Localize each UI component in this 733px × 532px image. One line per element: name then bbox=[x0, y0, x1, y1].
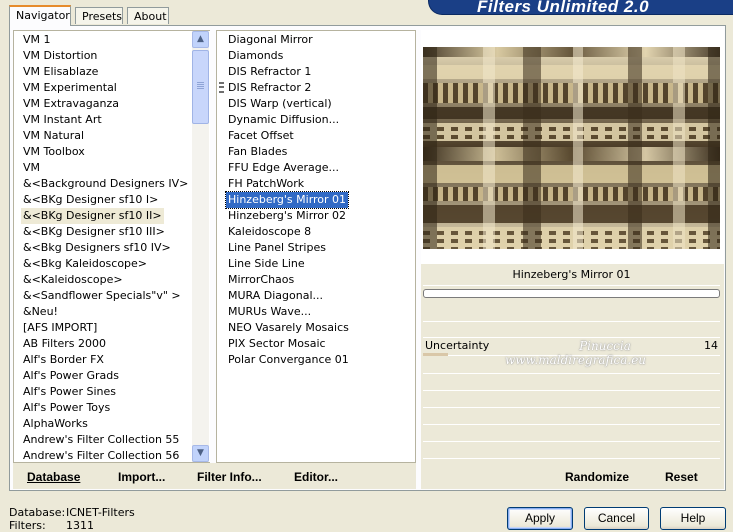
param-slider-fill[interactable] bbox=[423, 353, 448, 356]
progress-bar bbox=[423, 289, 720, 298]
category-list-item[interactable]: Alf's Power Toys bbox=[21, 400, 112, 416]
category-list-item[interactable]: &<BKg Designer sf10 II> bbox=[21, 208, 164, 224]
editor-button[interactable]: Editor... bbox=[294, 470, 338, 484]
category-list-item[interactable]: VM Extravaganza bbox=[21, 96, 121, 112]
help-button[interactable]: Help bbox=[660, 507, 726, 530]
category-list-item[interactable]: VM Natural bbox=[21, 128, 86, 144]
category-list-item[interactable]: &<Background Designers IV> bbox=[21, 176, 190, 192]
watermark-line2: www.maldiregrafica.eu bbox=[505, 353, 647, 367]
filter-list-item[interactable]: DIS Warp (vertical) bbox=[226, 96, 334, 112]
category-list-item[interactable]: &<Bkg Designers sf10 IV> bbox=[21, 240, 173, 256]
filter-list-item[interactable]: Kaleidoscope 8 bbox=[226, 224, 313, 240]
apply-button[interactable]: Apply bbox=[507, 507, 573, 530]
filter-list-item[interactable]: PIX Sector Mosaic bbox=[226, 336, 328, 352]
randomize-button[interactable]: Randomize bbox=[565, 470, 629, 484]
category-list-item[interactable]: VM Toolbox bbox=[21, 144, 87, 160]
filter-list-item[interactable]: Hinzeberg's Mirror 02 bbox=[226, 208, 348, 224]
param-row-empty bbox=[423, 442, 720, 459]
filter-list-item[interactable]: Polar Convergance 01 bbox=[226, 352, 351, 368]
database-button[interactable]: Database bbox=[27, 470, 80, 484]
preview-caption: Hinzeberg's Mirror 01 bbox=[423, 265, 720, 286]
status-filters-label: Filters: bbox=[9, 519, 46, 532]
category-list-item[interactable]: VM Distortion bbox=[21, 48, 99, 64]
filter-list[interactable]: Diagonal Mirror Diamonds DIS Refractor 1 DI… bbox=[216, 30, 416, 463]
category-list-item[interactable]: &<BKg Designer sf10 I> bbox=[21, 192, 160, 208]
filter-list-item[interactable]: Line Panel Stripes bbox=[226, 240, 328, 256]
param-row-empty bbox=[423, 321, 720, 338]
filter-list-item[interactable]: DIS Refractor 1 bbox=[226, 64, 313, 80]
param-value: 14 bbox=[704, 339, 718, 352]
category-list-item[interactable]: &Neu! bbox=[21, 304, 60, 320]
param-row-empty bbox=[423, 425, 720, 442]
category-list-item[interactable]: Andrew's Filter Collection 56 bbox=[21, 448, 181, 462]
param-row-empty bbox=[423, 374, 720, 391]
filter-list-item[interactable]: Fan Blades bbox=[226, 144, 289, 160]
filter-list-item[interactable]: FFU Edge Average... bbox=[226, 160, 341, 176]
reset-button[interactable]: Reset bbox=[665, 470, 698, 484]
tab-about[interactable]: About bbox=[127, 7, 169, 24]
filter-info-button[interactable]: Filter Info... bbox=[197, 470, 262, 484]
scroll-down-icon[interactable]: ▼ bbox=[192, 445, 209, 462]
category-list-item[interactable]: &<Bkg Kaleidoscope> bbox=[21, 256, 149, 272]
filter-list-item[interactable]: MURUs Wave... bbox=[226, 304, 313, 320]
scroll-thumb[interactable] bbox=[192, 50, 209, 124]
status-database-label: Database: bbox=[9, 506, 66, 519]
category-list-item[interactable]: Andrew's Filter Collection 55 bbox=[21, 432, 181, 448]
tab-presets[interactable]: Presets bbox=[75, 7, 123, 24]
status-filters-value: 1311 bbox=[66, 519, 94, 532]
filter-list-item[interactable]: DIS Refractor 2 bbox=[226, 80, 313, 96]
filter-list-item[interactable]: Diamonds bbox=[226, 48, 285, 64]
category-list-item[interactable]: AlphaWorks bbox=[21, 416, 90, 432]
filter-list-item[interactable]: Diagonal Mirror bbox=[226, 32, 315, 48]
resize-grip-icon[interactable] bbox=[219, 82, 224, 93]
category-list-item[interactable]: AB Filters 2000 bbox=[21, 336, 108, 352]
category-list-item[interactable]: VM bbox=[21, 160, 42, 176]
category-list-item[interactable]: VM Elisablaze bbox=[21, 64, 100, 80]
filter-list-item[interactable]: Facet Offset bbox=[226, 128, 296, 144]
category-list-item[interactable]: [AFS IMPORT] bbox=[21, 320, 99, 336]
category-list[interactable]: VM 1 VM Distortion VM Elisablaze VM Experim… bbox=[13, 30, 210, 463]
category-list-item[interactable]: VM Experimental bbox=[21, 80, 119, 96]
param-row-empty bbox=[423, 391, 720, 408]
app-title: Filters Unlimited 2.0 bbox=[477, 0, 650, 15]
watermark-line1: Pinuccia bbox=[579, 339, 631, 353]
tab-navigator[interactable]: Navigator bbox=[9, 5, 71, 26]
status-database-value: ICNET-Filters bbox=[66, 506, 135, 519]
filter-list-item[interactable]: NEO Vasarely Mosaics bbox=[226, 320, 351, 336]
filter-list-item[interactable]: Line Side Line bbox=[226, 256, 307, 272]
category-list-item[interactable]: &<BKg Designer sf10 III> bbox=[21, 224, 167, 240]
category-scrollbar[interactable]: ▲ ▼ bbox=[192, 31, 209, 462]
param-row-empty bbox=[423, 408, 720, 425]
filter-list-item[interactable]: Dynamic Diffusion... bbox=[226, 112, 341, 128]
category-list-item[interactable]: Alf's Border FX bbox=[21, 352, 106, 368]
watermark: Pinuccia www.maldiregrafica.eu bbox=[505, 339, 705, 367]
scroll-up-icon[interactable]: ▲ bbox=[192, 31, 209, 48]
category-list-item[interactable]: VM Instant Art bbox=[21, 112, 104, 128]
cancel-button[interactable]: Cancel bbox=[584, 507, 649, 530]
filter-list-item[interactable]: MURA Diagonal... bbox=[226, 288, 325, 304]
title-banner: Filters Unlimited 2.0 bbox=[428, 0, 733, 15]
category-list-item[interactable]: &<Sandflower Specials"v" > bbox=[21, 288, 183, 304]
preview-image bbox=[423, 47, 720, 249]
import-button[interactable]: Import... bbox=[118, 470, 165, 484]
category-list-item[interactable]: Alf's Power Sines bbox=[21, 384, 118, 400]
category-list-item[interactable]: VM 1 bbox=[21, 32, 53, 48]
filter-list-item[interactable]: MirrorChaos bbox=[226, 272, 296, 288]
param-name: Uncertainty bbox=[425, 339, 490, 352]
param-row-empty bbox=[423, 305, 720, 322]
filter-list-item[interactable]: FH PatchWork bbox=[226, 176, 306, 192]
filter-list-item[interactable]: Hinzeberg's Mirror 01 bbox=[224, 191, 350, 209]
category-list-item[interactable]: Alf's Power Grads bbox=[21, 368, 121, 384]
category-list-item[interactable]: &<Kaleidoscope> bbox=[21, 272, 125, 288]
